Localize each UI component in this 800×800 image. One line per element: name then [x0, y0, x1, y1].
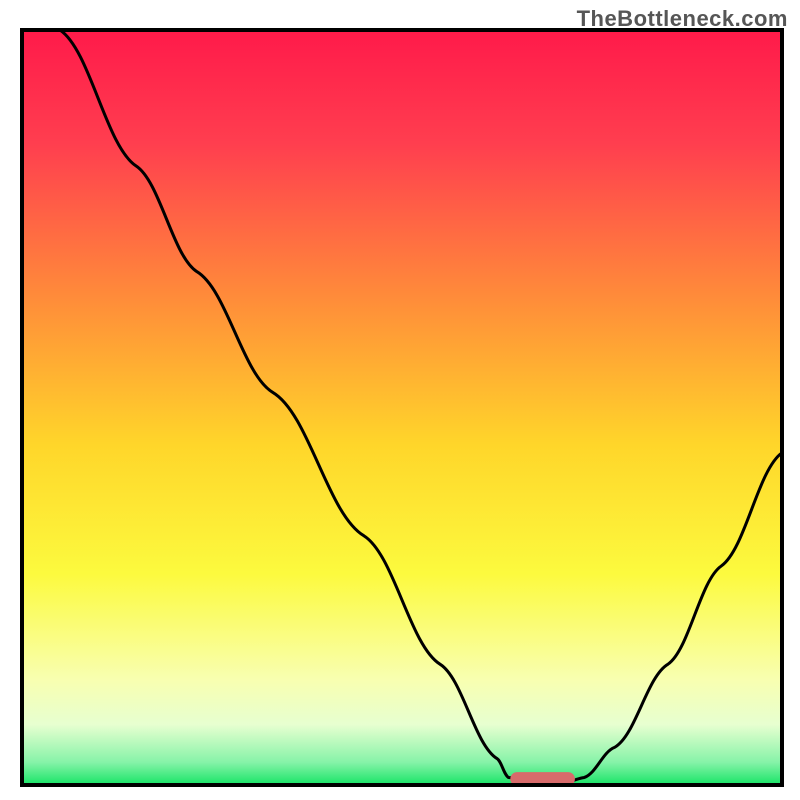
- chart-svg: [0, 0, 800, 800]
- watermark-text: TheBottleneck.com: [577, 6, 788, 32]
- chart-background: [22, 30, 782, 785]
- bottleneck-chart: TheBottleneck.com: [0, 0, 800, 800]
